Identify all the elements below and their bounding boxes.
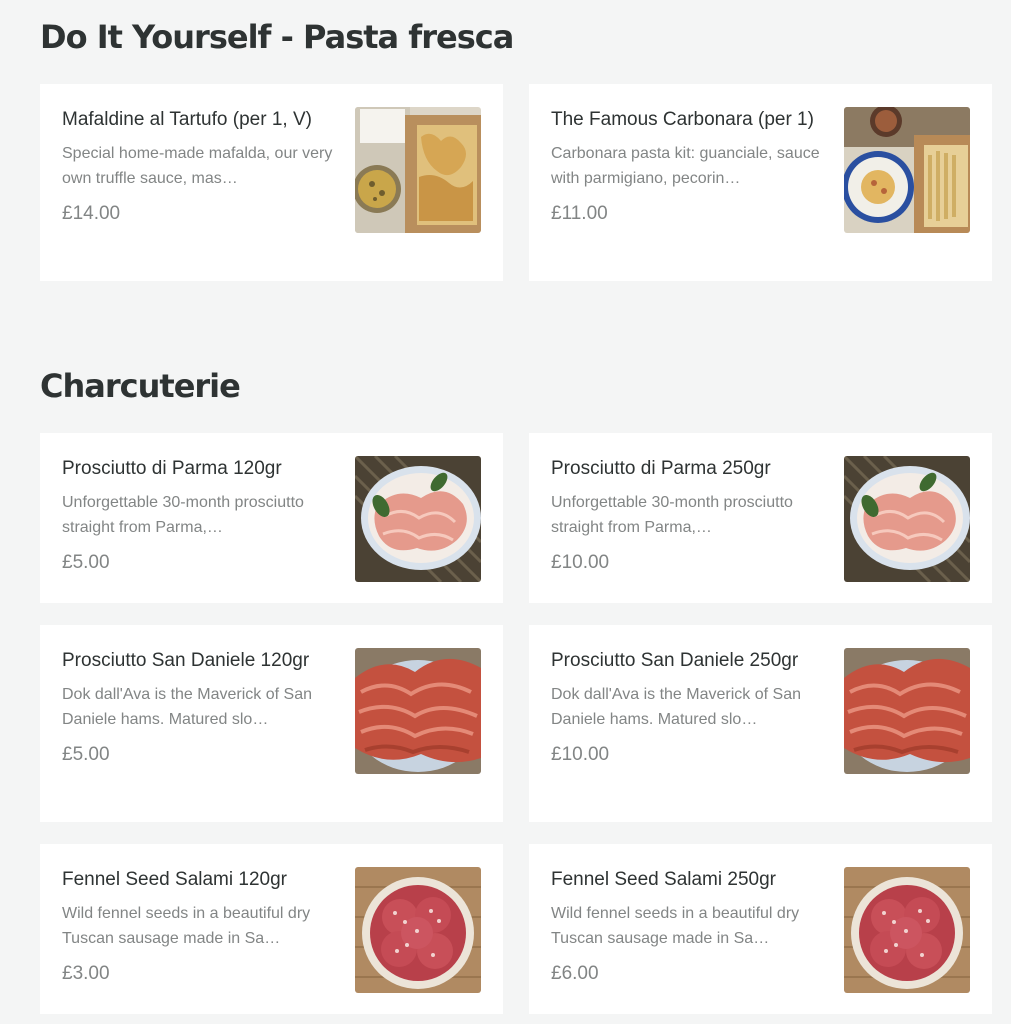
- item-description: Wild fennel seeds in a beautiful dry Tus…: [551, 905, 800, 947]
- menu-item-card[interactable]: Fennel Seed Salami 250gr Wild fennel see…: [529, 844, 992, 1014]
- item-name: Prosciutto San Daniele 120gr: [62, 650, 310, 671]
- menu-item-card[interactable]: The Famous Carbonara (per 1) Carbonara p…: [529, 84, 992, 281]
- salami-plate-image: [355, 867, 481, 993]
- item-name: Fennel Seed Salami 250gr: [551, 869, 776, 890]
- item-description: Wild fennel seeds in a beautiful dry Tus…: [62, 905, 311, 947]
- prosciutto-plate-image: [844, 456, 970, 582]
- salami-plate-image: [844, 867, 970, 993]
- pasta-kit-truffle-image: [355, 107, 481, 233]
- menu-item-card[interactable]: Mafaldine al Tartufo (per 1, V) Special …: [40, 84, 503, 281]
- item-price: £6.00: [551, 963, 599, 984]
- item-description: Dok dall'Ava is the Maverick of San Dani…: [62, 686, 312, 728]
- item-price: £5.00: [62, 744, 110, 765]
- item-price: £14.00: [62, 203, 121, 224]
- item-description: Special home-made mafalda, our very own …: [62, 145, 333, 187]
- item-name: Mafaldine al Tartufo (per 1, V): [62, 109, 312, 130]
- item-price: £5.00: [62, 552, 110, 573]
- menu-item-card[interactable]: Fennel Seed Salami 120gr Wild fennel see…: [40, 844, 503, 1014]
- item-name: Fennel Seed Salami 120gr: [62, 869, 287, 890]
- section-title-charcuterie: Charcuterie: [40, 367, 241, 405]
- item-name: Prosciutto di Parma 250gr: [551, 458, 771, 479]
- menu-item-card[interactable]: Prosciutto di Parma 120gr Unforgettable …: [40, 433, 503, 603]
- item-price: £10.00: [551, 744, 610, 765]
- san-daniele-ham-image: [844, 648, 970, 774]
- item-description: Carbonara pasta kit: guanciale, sauce wi…: [551, 145, 820, 187]
- item-price: £10.00: [551, 552, 610, 573]
- item-description: Unforgettable 30-month prosciutto straig…: [62, 494, 304, 536]
- item-name: Prosciutto San Daniele 250gr: [551, 650, 799, 671]
- item-name: The Famous Carbonara (per 1): [551, 109, 814, 130]
- item-description: Unforgettable 30-month prosciutto straig…: [551, 494, 793, 536]
- pasta-kit-carbonara-image: [844, 107, 970, 233]
- menu-item-card[interactable]: Prosciutto San Daniele 120gr Dok dall'Av…: [40, 625, 503, 822]
- prosciutto-plate-image: [355, 456, 481, 582]
- item-price: £11.00: [551, 203, 608, 224]
- item-price: £3.00: [62, 963, 110, 984]
- item-name: Prosciutto di Parma 120gr: [62, 458, 282, 479]
- san-daniele-ham-image: [355, 648, 481, 774]
- section-title-pasta-fresca: Do It Yourself - Pasta fresca: [40, 18, 514, 56]
- item-description: Dok dall'Ava is the Maverick of San Dani…: [551, 686, 801, 728]
- menu-item-card[interactable]: Prosciutto di Parma 250gr Unforgettable …: [529, 433, 992, 603]
- menu-item-card[interactable]: Prosciutto San Daniele 250gr Dok dall'Av…: [529, 625, 992, 822]
